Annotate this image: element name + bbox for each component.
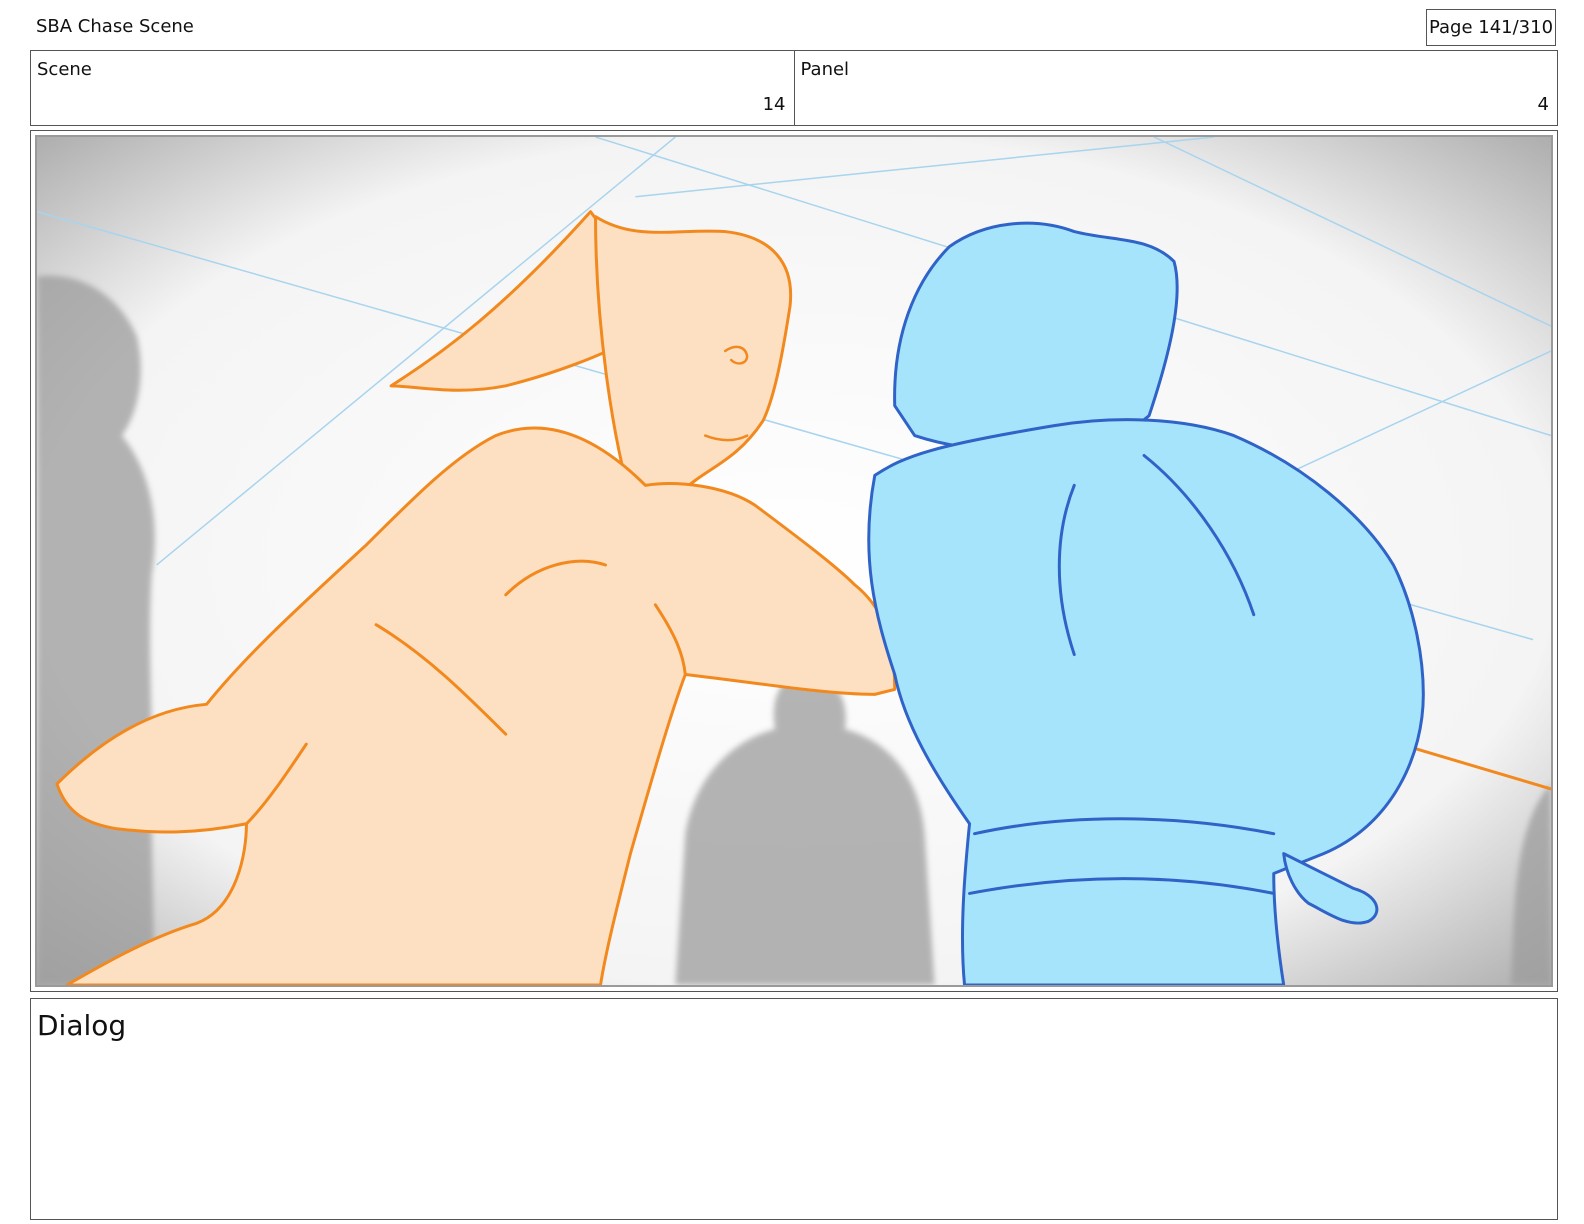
storyboard-sketch — [35, 135, 1553, 987]
dialog-label: Dialog — [37, 1009, 127, 1042]
dialog-box: Dialog — [30, 998, 1558, 1220]
panel-number: 4 — [1537, 94, 1549, 115]
panel-cell: Panel 4 — [793, 51, 1558, 125]
scene-number: 14 — [762, 94, 786, 115]
panel-label: Panel — [800, 59, 850, 80]
page-number: Page 141/310 — [1426, 9, 1556, 46]
storyboard-panel-frame — [30, 130, 1558, 992]
document-title: SBA Chase Scene — [36, 16, 194, 37]
sketch-drawing — [37, 137, 1551, 985]
scene-label: Scene — [37, 59, 92, 80]
scene-cell: Scene 14 — [31, 51, 794, 125]
scene-panel-header: Scene 14 Panel 4 — [30, 50, 1558, 126]
